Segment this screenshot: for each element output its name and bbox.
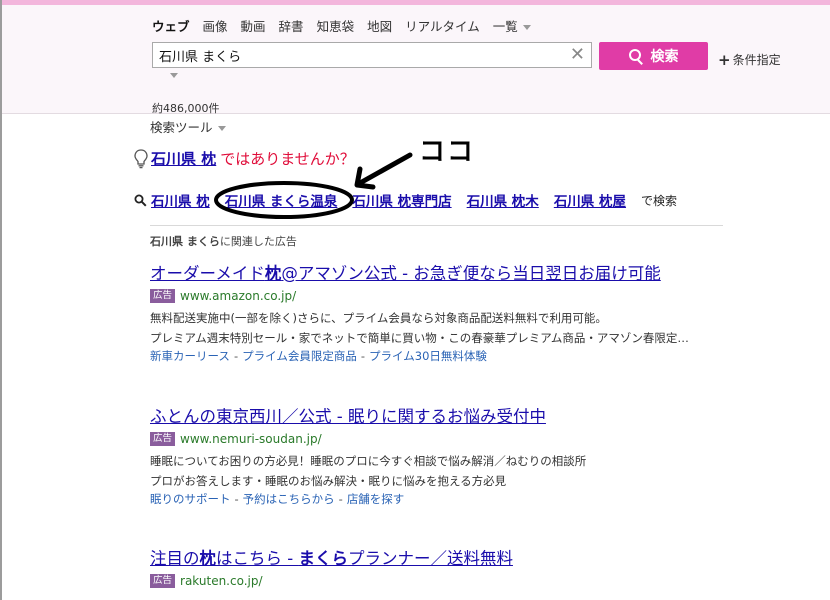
ad-title-link[interactable]: ふとんの東京西川／公式 - 眠りに関するお悩み受付中	[150, 403, 730, 427]
ad-badge: 広告	[150, 574, 176, 588]
tab-list-label: 一覧	[492, 19, 518, 34]
annotation-label: ココ	[419, 137, 476, 167]
tab-chiebukuro[interactable]: 知恵袋	[317, 16, 355, 35]
search-input[interactable]	[159, 47, 559, 64]
sitelink-separator: -	[360, 349, 366, 363]
vertical-tabs: ウェブ 画像 動画 辞書 知恵袋 地図 リアルタイム 一覧	[152, 16, 544, 35]
ad-sitelink[interactable]: 店舗を探す	[347, 492, 405, 506]
search-button-label: 検索	[650, 49, 679, 65]
ad-sitelink[interactable]: プライム30日無料体験	[369, 349, 487, 363]
sitelink-separator: -	[233, 349, 239, 363]
related-link-1[interactable]: 石川県 枕	[151, 190, 210, 210]
related-link-4[interactable]: 石川県 枕木	[467, 190, 539, 210]
ad-title-bold: 枕	[264, 264, 282, 283]
chevron-down-icon	[217, 126, 226, 131]
ad-url: www.nemuri-soudan.jp/	[180, 432, 322, 446]
ad-title-part: @アマゾン公式 - お急ぎ便なら当日翌日お届け可能	[281, 264, 661, 283]
ad-sitelink[interactable]: 新車カーリース	[150, 349, 230, 363]
search-tools-label: 検索ツール	[150, 120, 213, 135]
tab-video[interactable]: 動画	[241, 16, 266, 35]
ads-header-query: 石川県 まくら	[150, 235, 220, 248]
ad-url-row: 広告 rakuten.co.jp/	[150, 574, 730, 588]
search-options-link[interactable]: + 条件指定	[718, 51, 781, 69]
ad-url-row: 広告 www.nemuri-soudan.jp/	[150, 432, 730, 446]
chevron-down-icon[interactable]	[170, 73, 178, 78]
result-count: 約486,000件	[152, 102, 220, 115]
annotation-circle-icon	[214, 181, 354, 219]
search-tools-toggle[interactable]: 検索ツール	[150, 117, 226, 136]
ad-sitelinks: 眠りのサポート - 予約はこちらから - 店舗を探す	[150, 491, 730, 507]
ad-title-part: ふとんの東京西川／公式 - 眠りに関するお悩み受付中	[150, 407, 546, 426]
ads-header: 石川県 まくらに関連した広告	[150, 233, 297, 249]
ad-description: 睡眠についてお困りの方必見！睡眠のプロに今すぐ相談で悩み解消／ねむりの相談所 プロ…	[150, 451, 718, 491]
ad-url: rakuten.co.jp/	[180, 574, 263, 588]
ad-title-part: はこちら -	[216, 549, 299, 568]
spelling-suggestion: 石川県 枕 ではありませんか？	[134, 148, 355, 169]
ad-sitelink[interactable]: プライム会員限定商品	[242, 349, 357, 363]
tab-map[interactable]: 地図	[367, 16, 392, 35]
ad-url: www.amazon.co.jp/	[180, 289, 297, 303]
ad-title-part: オーダーメイド	[150, 264, 265, 283]
suggested-query-link[interactable]: 石川県 枕	[151, 148, 216, 169]
ad-description: 無料配送実施中(一部を除く)さらに、プライム会員なら対象商品配送料無料で利用可能…	[150, 308, 718, 348]
suggestion-tail-text: ではありませんか？	[220, 150, 355, 168]
tab-images[interactable]: 画像	[203, 16, 228, 35]
ad-desc-line: プロがお答えします・睡眠のお悩み解決・眠りに悩みを抱える方必見	[150, 474, 507, 488]
search-box: ✕	[152, 42, 592, 68]
related-link-3[interactable]: 石川県 枕専門店	[352, 190, 451, 210]
ad-desc-line: 睡眠についてお困りの方必見！睡眠のプロに今すぐ相談で悩み解消／ねむりの相談所	[150, 454, 587, 468]
ad-title-link[interactable]: 注目の枕はこちら - まくらプランナー／送料無料	[150, 545, 730, 569]
ad-title-part: 注目の	[150, 549, 200, 568]
ad-title-bold: 枕	[199, 549, 217, 568]
ad-url-row: 広告 www.amazon.co.jp/	[150, 289, 730, 303]
search-icon	[628, 49, 643, 63]
ad-result-3: 注目の枕はこちら - まくらプランナー／送料無料 広告 rakuten.co.jp…	[150, 545, 730, 588]
ad-result-1: オーダーメイド枕@アマゾン公式 - お急ぎ便なら当日翌日お届け可能 広告 www.…	[150, 260, 730, 364]
plus-icon: +	[718, 51, 731, 69]
search-icon	[134, 194, 147, 207]
related-link-5[interactable]: 石川県 枕屋	[554, 190, 626, 210]
divider	[150, 225, 723, 226]
ad-title-bold: まくら	[298, 549, 348, 568]
tab-realtime[interactable]: リアルタイム	[405, 16, 480, 35]
ad-sitelinks: 新車カーリース - プライム会員限定商品 - プライム30日無料体験	[150, 348, 730, 364]
chevron-down-icon	[522, 25, 531, 30]
related-suffix: で検索	[641, 193, 678, 208]
close-icon[interactable]: ✕	[570, 44, 585, 66]
ads-header-suffix: に関連した広告	[219, 235, 297, 248]
tab-dictionary[interactable]: 辞書	[279, 16, 304, 35]
ad-sitelink[interactable]: 予約はこちらから	[243, 492, 335, 506]
ad-title-link[interactable]: オーダーメイド枕@アマゾン公式 - お急ぎ便なら当日翌日お届け可能	[150, 260, 730, 284]
sitelink-separator: -	[338, 492, 343, 506]
search-header: ウェブ 画像 動画 辞書 知恵袋 地図 リアルタイム 一覧 ✕ 検索 +条件指定…	[2, 5, 830, 115]
ad-title-part: プランナー／送料無料	[347, 549, 513, 568]
ad-badge: 広告	[150, 432, 176, 446]
ad-sitelink[interactable]: 眠りのサポート	[150, 492, 231, 506]
tab-list-dropdown[interactable]: 一覧	[493, 16, 531, 35]
ad-result-2: ふとんの東京西川／公式 - 眠りに関するお悩み受付中 広告 www.nemuri-…	[150, 403, 730, 507]
sitelink-separator: -	[234, 492, 239, 506]
search-options-label: 条件指定	[732, 53, 781, 67]
ad-desc-line: 無料配送実施中(一部を除く)さらに、プライム会員なら対象商品配送料無料で利用可能…	[150, 311, 607, 325]
ad-badge: 広告	[150, 289, 176, 303]
ad-desc-line: プレミアム週末特別セール・家でネットで簡単に買い物・この春豪華プレミアム商品・ア…	[150, 331, 689, 345]
search-button[interactable]: 検索	[599, 42, 708, 70]
lightbulb-icon	[134, 148, 148, 168]
tab-web[interactable]: ウェブ	[152, 16, 190, 35]
